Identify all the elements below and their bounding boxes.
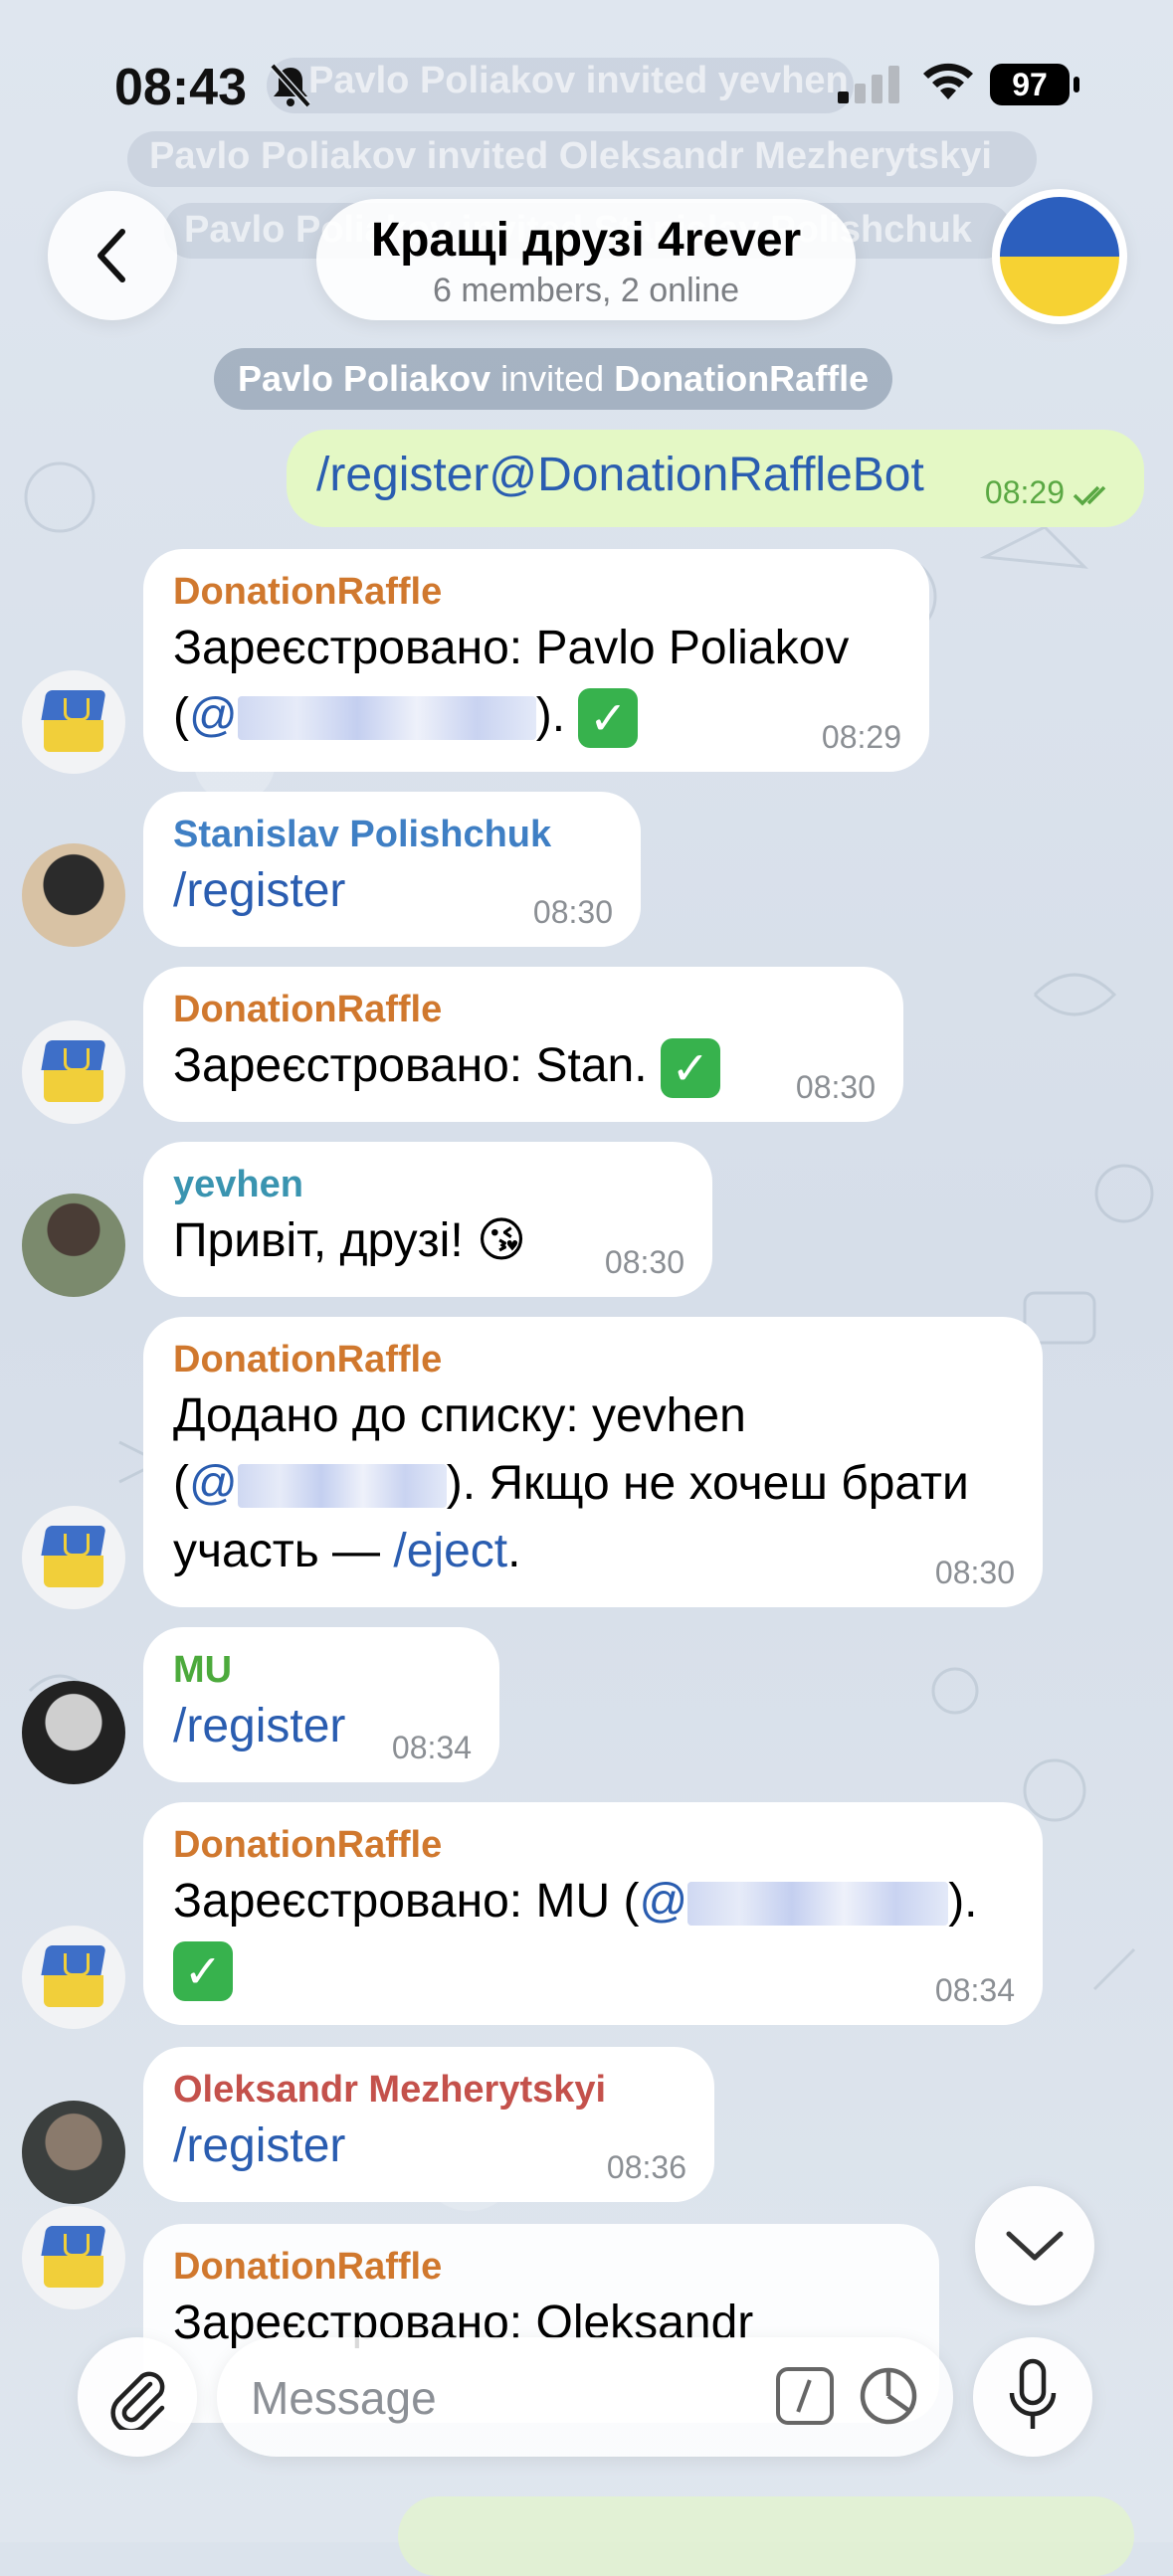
timer-icon[interactable] — [858, 2365, 919, 2427]
text-part: ). — [535, 689, 566, 742]
attach-icon — [110, 2371, 165, 2430]
message-bubble[interactable]: DonationRaffle Зареєстровано: MU (@). ✓ … — [143, 1802, 1043, 2025]
blurred-username — [687, 1882, 949, 1927]
username-link[interactable]: @ — [189, 689, 238, 742]
text-part: ( — [173, 689, 189, 742]
message-text-line: ✓ — [173, 1935, 1013, 2003]
battery-indicator: 97 — [990, 64, 1070, 105]
bot-avatar[interactable] — [22, 1020, 125, 1124]
message-input[interactable] — [249, 2367, 730, 2429]
message-text-line: Додано до списку: yevhen — [173, 1389, 746, 1442]
username-link[interactable]: @ — [639, 1875, 687, 1928]
message-text[interactable]: /register@DonationRaffleBot — [316, 449, 924, 501]
text-part: Привіт, друзі! — [173, 1214, 464, 1267]
outgoing-message[interactable]: /register@DonationRaffleBot 08:29 — [287, 430, 1144, 527]
message-time: 08:34 — [391, 1730, 472, 1765]
message-bubble[interactable]: DonationRaffle Зареєстровано: Stan. ✓ 08… — [143, 967, 903, 1122]
sender-name[interactable]: Oleksandr Mezherytskyi — [173, 2067, 684, 2113]
bot-avatar[interactable] — [22, 1506, 125, 1609]
chat-subtitle: 6 members, 2 online — [432, 272, 740, 309]
mute-icon — [270, 63, 311, 108]
text-part: ). Якщо не хочеш брати — [446, 1457, 969, 1510]
sender-name[interactable]: DonationRaffle — [173, 569, 899, 615]
clock: 08:43 — [114, 59, 247, 116]
text-part: участь — — [173, 1525, 394, 1577]
user-avatar[interactable] — [22, 843, 125, 947]
user-avatar[interactable] — [22, 1681, 125, 1784]
message-bubble[interactable]: yevhen Привіт, друзі! 😘 08:30 — [143, 1142, 712, 1297]
message-bubble[interactable]: DonationRaffle Додано до списку: yevhen … — [143, 1317, 1043, 1607]
message-bubble[interactable]: MU /register 08:34 — [143, 1627, 499, 1782]
check-emoji-icon: ✓ — [578, 688, 639, 749]
text-part: ( — [173, 1457, 189, 1510]
service-action: invited — [500, 358, 605, 399]
mic-icon — [1009, 2358, 1057, 2429]
username-link[interactable]: @ — [189, 1457, 238, 1510]
flag-avatar-blue — [1000, 197, 1119, 257]
message-time: 08:30 — [604, 1244, 684, 1280]
message-text-line: Зареєстровано: Pavlo Poliakov — [173, 622, 850, 674]
message-bubble[interactable]: DonationRaffle Зареєстровано: Pavlo Poli… — [143, 549, 929, 772]
service-actor: Pavlo Poliakov — [238, 358, 491, 399]
battery-tip — [1074, 77, 1079, 92]
blurred-username — [237, 1464, 447, 1509]
message-text-line: (@). ✓ — [173, 682, 899, 750]
message-time: 08:34 — [934, 1972, 1015, 2008]
status-bar: 08:43 97 — [0, 0, 1173, 169]
message-text-line: Зареєстровано: Stan. ✓ — [173, 1032, 874, 1100]
message-input-field[interactable] — [217, 2337, 953, 2457]
read-ticks-icon — [1073, 485, 1106, 506]
sender-name[interactable]: DonationRaffle — [173, 1822, 1013, 1868]
attach-button[interactable] — [78, 2337, 197, 2457]
kiss-emoji-icon: 😘 — [477, 1214, 527, 1267]
text-part: Зареєстровано: MU ( — [173, 1875, 640, 1928]
message-time: 08:30 — [934, 1555, 1015, 1590]
sender-name[interactable]: DonationRaffle — [173, 987, 874, 1032]
text-part: Зареєстровано: Stan. — [173, 1039, 648, 1092]
flag-avatar-yellow — [1000, 257, 1119, 316]
message-time: 08:29 — [984, 474, 1065, 510]
service-message: Pavlo Poliakov invited DonationRaffle — [214, 348, 893, 410]
sender-name[interactable]: DonationRaffle — [173, 2244, 909, 2290]
bot-avatar[interactable] — [22, 2206, 125, 2309]
text-part: . — [507, 1525, 521, 1577]
back-icon — [98, 229, 125, 282]
scroll-to-bottom-button[interactable] — [975, 2186, 1094, 2305]
sender-name[interactable]: MU — [173, 1647, 470, 1693]
bot-avatar[interactable] — [22, 670, 125, 774]
sender-name[interactable]: DonationRaffle — [173, 1337, 1013, 1382]
commands-icon[interactable] — [776, 2367, 834, 2425]
message-text-line: Зареєстровано: MU (@). — [173, 1868, 1013, 1935]
check-emoji-icon: ✓ — [660, 1038, 720, 1099]
bot-avatar[interactable] — [22, 1926, 125, 2029]
chat-title: Кращі друзі 4rever — [370, 214, 802, 267]
group-avatar[interactable] — [992, 189, 1127, 324]
message-text-line: участь — /eject. — [173, 1518, 1013, 1585]
wifi-icon — [923, 63, 973, 99]
user-avatar[interactable] — [22, 1194, 125, 1297]
service-target: DonationRaffle — [614, 358, 870, 399]
user-avatar[interactable] — [22, 2101, 125, 2204]
message-time: 08:30 — [795, 1069, 876, 1105]
message-time: 08:30 — [532, 894, 613, 930]
chat-header[interactable]: Кращі друзі 4rever 6 members, 2 online — [316, 199, 856, 320]
blurred-username — [237, 696, 536, 741]
sender-name[interactable]: Stanislav Polishchuk — [173, 812, 611, 857]
message-time: 08:29 — [821, 719, 901, 755]
voice-message-button[interactable] — [973, 2337, 1092, 2457]
message-bubble[interactable]: Oleksandr Mezherytskyi /register 08:36 — [143, 2047, 714, 2202]
check-emoji-icon: ✓ — [173, 1941, 233, 2002]
back-button[interactable] — [48, 191, 177, 320]
message-bubble[interactable]: Stanislav Polishchuk /register 08:30 — [143, 792, 641, 947]
text-part: ). — [948, 1875, 978, 1928]
chevron-down-icon — [1006, 2231, 1064, 2261]
next-message-bubble — [398, 2496, 1134, 2576]
message-text-line: (@ ). Якщо не хочеш брати — [173, 1450, 1013, 1518]
sender-name[interactable]: yevhen — [173, 1162, 683, 1207]
eject-command-link[interactable]: /eject — [393, 1525, 507, 1577]
signal-icon — [838, 66, 899, 103]
message-time: 08:36 — [606, 2149, 686, 2185]
